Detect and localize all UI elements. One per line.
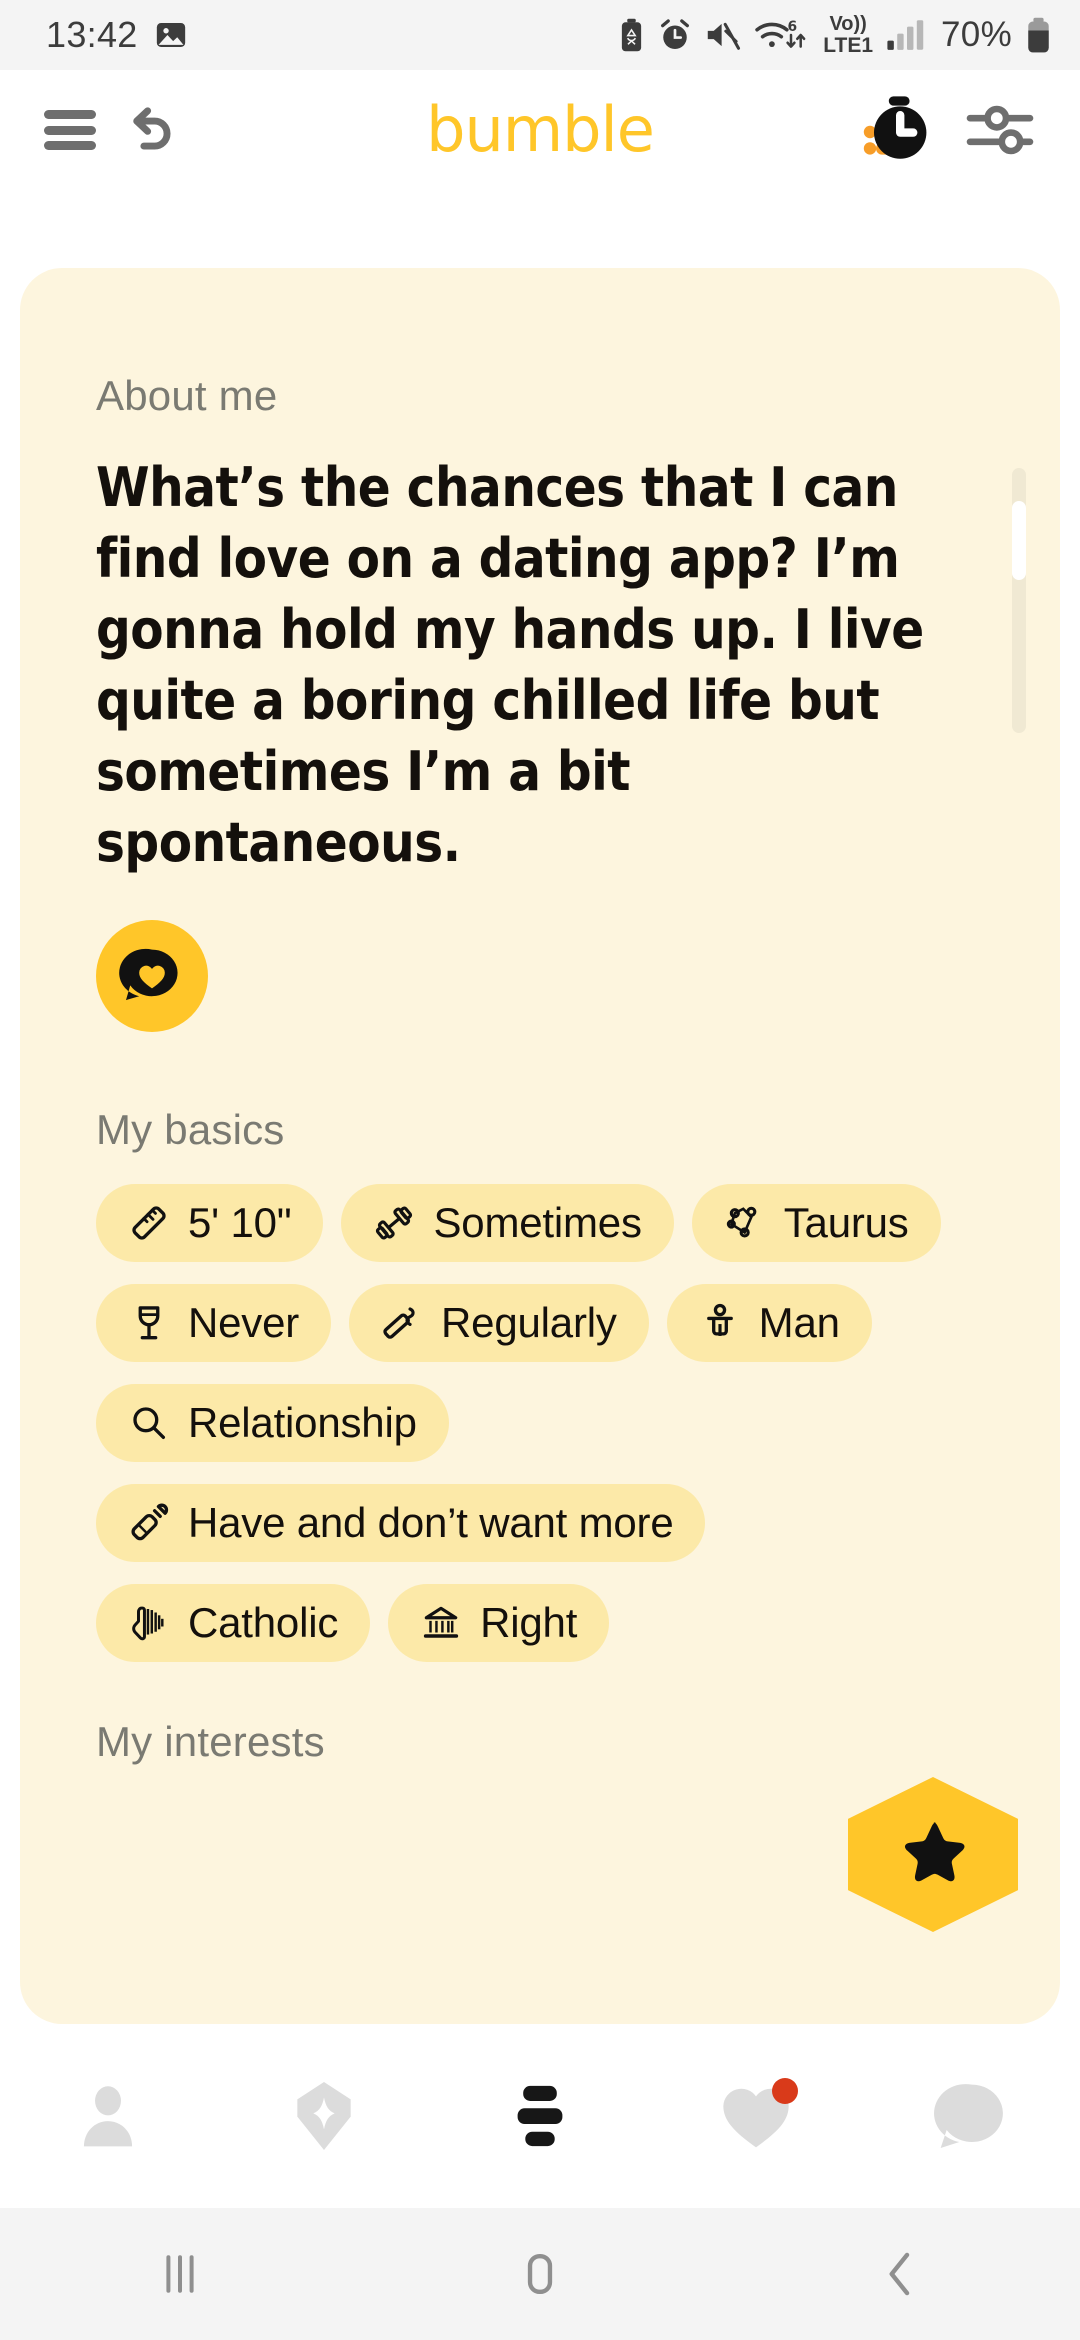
back-button[interactable] — [720, 2208, 1080, 2340]
basic-chip-politics[interactable]: Right — [388, 1584, 610, 1662]
recents-icon — [166, 2255, 194, 2293]
app-bar-left-actions — [0, 101, 180, 159]
tab-discover[interactable] — [432, 2024, 648, 2208]
about-me-text: What’s the chances that I can find love … — [96, 456, 924, 874]
basic-chip-exercise[interactable]: Sometimes — [341, 1184, 674, 1262]
home-button[interactable] — [360, 2208, 720, 2340]
phone-screen: 13:42 6 Vo)) LTE1 70% bumble About me Wh… — [0, 0, 1080, 2340]
battery-percent-label: 70% — [941, 15, 1012, 54]
basic-chip-label: Sometimes — [433, 1199, 642, 1246]
basic-chip-label: Right — [480, 1599, 578, 1646]
tab-profile[interactable] — [0, 2024, 216, 2208]
signal-icon — [887, 20, 924, 50]
my-basics-label: My basics — [96, 1106, 285, 1153]
volte-indicator: Vo)) LTE1 — [823, 14, 873, 56]
home-icon — [527, 2253, 553, 2295]
wifi-icon: 6 — [755, 19, 806, 48]
cigarette-icon — [383, 1307, 415, 1339]
my-interests-label: My interests — [96, 1718, 325, 1765]
basic-chip-label: Catholic — [188, 1599, 339, 1646]
rewind-arrow-icon[interactable] — [122, 101, 180, 159]
basic-chip-smoking[interactable]: Regularly — [349, 1284, 649, 1362]
status-bar-right: 6 Vo)) LTE1 70% — [618, 14, 1052, 56]
bottom-tab-bar — [0, 2024, 1080, 2208]
basic-chip-kids[interactable]: Have and don’t want more — [96, 1484, 706, 1562]
basic-chip-star-sign[interactable]: Taurus — [691, 1184, 941, 1262]
basics-chip-list: 5' 10" Sometimes Taurus Never Regularly … — [96, 1184, 984, 1662]
android-nav-bar — [0, 2208, 1080, 2340]
basic-chip-drinking[interactable]: Never — [96, 1284, 332, 1362]
basic-chip-label: 5' 10" — [188, 1199, 292, 1246]
tab-chats[interactable] — [864, 2024, 1080, 2208]
mute-icon — [708, 22, 741, 50]
profile-card[interactable]: About me What’s the chances that I can f… — [20, 268, 1060, 2024]
basic-chip-label: Man — [758, 1299, 840, 1346]
star-icon — [905, 1821, 965, 1881]
comment-on-bio-button[interactable] — [96, 920, 208, 1032]
stopwatch-icon[interactable] — [858, 94, 932, 166]
dumbbell-icon — [376, 1206, 413, 1240]
superswipe-button[interactable] — [848, 1777, 1018, 1932]
government-building-icon — [423, 1606, 459, 1638]
basic-chip-label: Relationship — [188, 1399, 417, 1446]
magnifier-icon — [133, 1407, 166, 1440]
basic-chip-religion[interactable]: Catholic — [96, 1584, 371, 1662]
basic-chip-height[interactable]: 5' 10" — [96, 1184, 324, 1262]
wifi-generation-label: 6 — [788, 19, 798, 35]
tab-likes[interactable] — [648, 2024, 864, 2208]
basic-chip-gender[interactable]: Man — [666, 1284, 872, 1362]
bumble-bee-icon — [517, 2085, 563, 2147]
screenshot-icon — [156, 22, 185, 48]
basic-chip-looking-for[interactable]: Relationship — [96, 1384, 449, 1462]
basic-chip-label: Regularly — [441, 1299, 617, 1346]
basic-chip-label: Have and don’t want more — [188, 1499, 674, 1546]
wine-glass-icon — [138, 1306, 160, 1340]
chat-bubble-icon — [934, 2084, 1003, 2148]
filter-sliders-icon[interactable] — [966, 99, 1034, 161]
chat-heart-icon — [119, 948, 178, 1001]
about-me-label: About me — [96, 372, 278, 419]
hamburger-menu-icon[interactable] — [44, 110, 96, 150]
likes-badge-dot — [772, 2078, 798, 2104]
status-bar: 13:42 6 Vo)) LTE1 70% — [0, 0, 1080, 70]
battery-saver-icon — [622, 18, 642, 52]
bio-scrollbar[interactable] — [1012, 468, 1026, 733]
constellation-icon — [726, 1206, 757, 1238]
recents-button[interactable] — [0, 2208, 360, 2340]
diamond-icon — [297, 2082, 351, 2150]
praying-hands-icon — [132, 1606, 164, 1641]
person-icon — [83, 2086, 133, 2147]
volte-label: Vo)) — [829, 13, 867, 35]
app-bar: bumble — [0, 70, 1080, 190]
profile-card-content: About me What’s the chances that I can f… — [20, 268, 1060, 2024]
alarm-icon — [661, 19, 690, 50]
network-type-label: LTE1 — [823, 34, 874, 57]
bio-scrollbar-thumb[interactable] — [1012, 501, 1026, 580]
status-bar-clock: 13:42 — [46, 14, 138, 55]
person-gender-icon — [706, 1303, 733, 1336]
status-bar-left: 13:42 — [46, 14, 188, 56]
tab-premium[interactable] — [216, 2024, 432, 2208]
baby-bottle-icon — [131, 1503, 169, 1541]
back-icon — [889, 2252, 910, 2296]
battery-icon — [1028, 17, 1049, 53]
ruler-icon — [132, 1206, 166, 1240]
basic-chip-label: Taurus — [783, 1199, 909, 1246]
app-bar-right-actions — [858, 94, 1080, 166]
basic-chip-label: Never — [188, 1299, 300, 1346]
